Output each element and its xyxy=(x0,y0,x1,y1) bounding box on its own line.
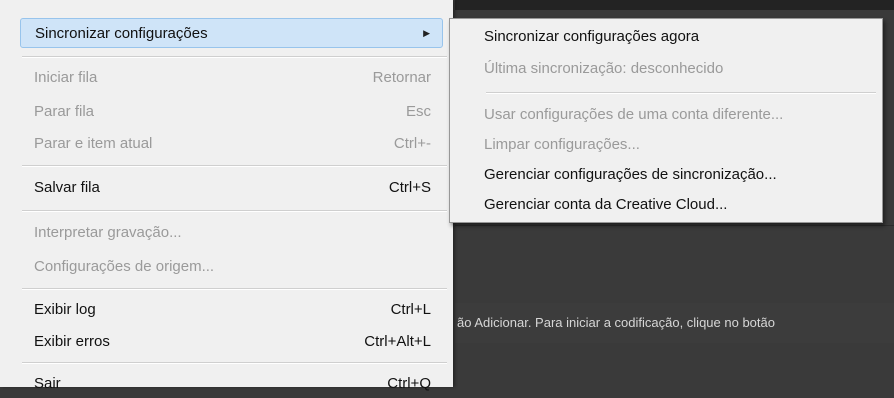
file-menu: Sincronizar configurações ▶ Iniciar fila… xyxy=(0,0,453,392)
menu-item-shortcut: Ctrl+L xyxy=(390,300,431,318)
menu-item-show-log[interactable]: Exibir log Ctrl+L xyxy=(20,294,443,324)
submenu-item-manage-creative-cloud[interactable]: Gerenciar conta da Creative Cloud... xyxy=(484,191,727,219)
menu-item-shortcut: Ctrl+S xyxy=(388,178,431,196)
submenu-arrow-icon: ▶ xyxy=(423,27,430,38)
menu-item-save-queue[interactable]: Salvar fila Ctrl+S xyxy=(20,172,443,202)
menu-item-label: Exibir log xyxy=(34,300,96,318)
menu-separator xyxy=(22,165,447,167)
menu-item-shortcut: Esc xyxy=(405,102,431,120)
submenu-item-manage-sync-settings[interactable]: Gerenciar configurações de sincronização… xyxy=(484,161,777,189)
submenu-separator xyxy=(486,92,876,94)
menu-item-label: Exibir erros xyxy=(34,332,110,350)
menu-separator xyxy=(22,288,447,290)
menu-item-start-queue[interactable]: Iniciar fila Retornar xyxy=(20,62,443,92)
menu-item-label: Sair xyxy=(34,374,61,392)
menu-top-strip xyxy=(0,0,453,14)
submenu-item-use-other-account[interactable]: Usar configurações de uma conta diferent… xyxy=(484,101,783,129)
menu-item-label: Salvar fila xyxy=(34,178,100,196)
menu-item-shortcut: Ctrl+Q xyxy=(387,374,431,392)
menu-item-shortcut: Ctrl+Alt+L xyxy=(364,332,431,350)
submenu-item-sync-now[interactable]: Sincronizar configurações agora xyxy=(484,23,699,51)
menu-item-source-settings[interactable]: Configurações de origem... xyxy=(20,251,443,281)
sync-settings-submenu: Sincronizar configurações agora Última s… xyxy=(449,18,883,223)
menu-item-interpret-footage[interactable]: Interpretar gravação... xyxy=(20,217,443,247)
panel-divider xyxy=(455,225,894,226)
menu-separator xyxy=(22,362,447,364)
submenu-item-last-sync[interactable]: Última sincronização: desconhecido xyxy=(484,55,723,83)
menu-item-shortcut: Retornar xyxy=(372,68,431,86)
submenu-item-clear-settings[interactable]: Limpar configurações... xyxy=(484,131,640,159)
menu-item-sync-settings[interactable]: Sincronizar configurações ▶ xyxy=(20,18,443,48)
menu-item-label: Iniciar fila xyxy=(34,68,98,86)
queue-hint-text: ão Adicionar. Para iniciar a codificação… xyxy=(455,303,894,343)
menu-item-show-errors[interactable]: Exibir erros Ctrl+Alt+L xyxy=(20,326,443,356)
menu-item-label: Parar fila xyxy=(34,102,95,120)
menu-item-stop-queue[interactable]: Parar fila Esc xyxy=(20,96,443,126)
menu-separator xyxy=(22,56,447,58)
menu-item-stop-current[interactable]: Parar e item atual Ctrl+- xyxy=(20,128,443,158)
menu-item-label: Sincronizar configurações xyxy=(35,24,208,42)
menu-item-exit[interactable]: Sair Ctrl+Q xyxy=(20,368,443,398)
menu-item-label: Configurações de origem... xyxy=(34,257,215,275)
menu-item-shortcut: Ctrl+- xyxy=(393,134,431,152)
menu-separator xyxy=(22,210,447,212)
menu-item-label: Interpretar gravação... xyxy=(34,223,182,241)
app-top-strip xyxy=(455,0,894,10)
menu-item-label: Parar e item atual xyxy=(34,134,153,152)
